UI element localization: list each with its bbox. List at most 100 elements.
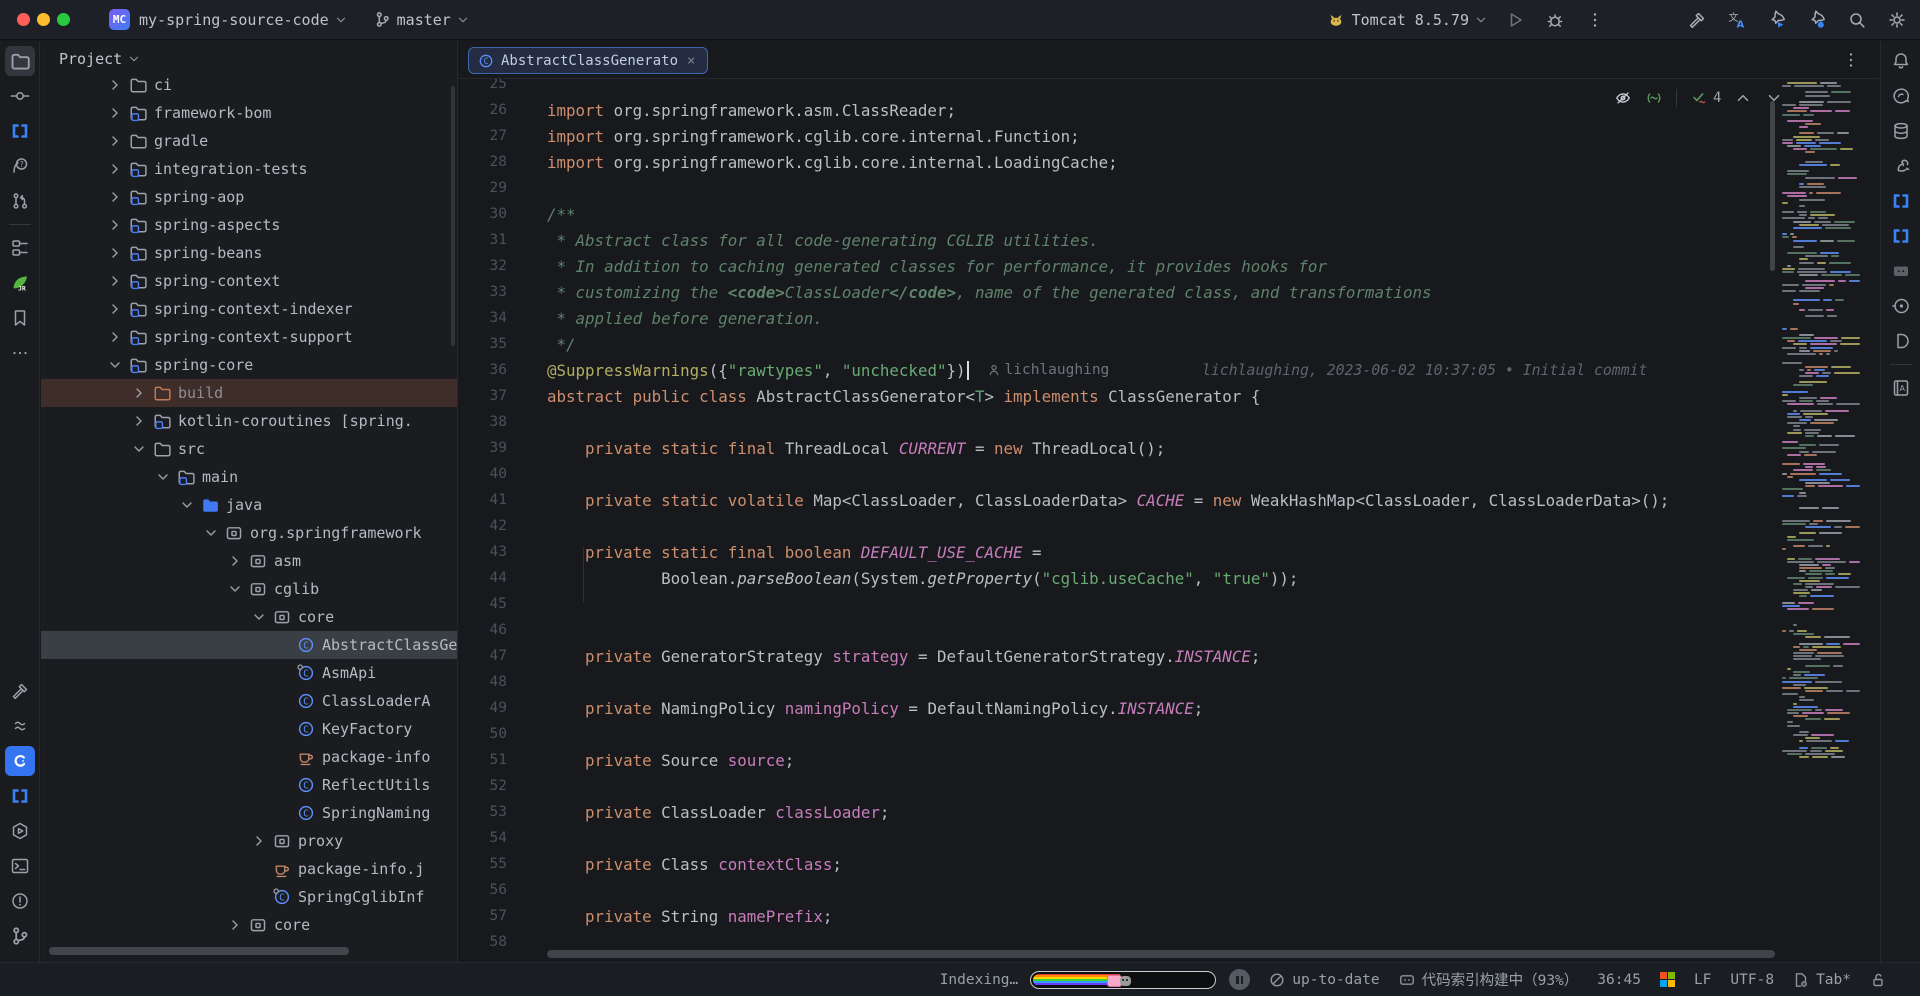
- ai-chat-icon[interactable]: [1886, 81, 1916, 111]
- chevron-right-icon[interactable]: [107, 245, 123, 261]
- tree-item-core[interactable]: core: [41, 603, 457, 631]
- project-widget[interactable]: my-spring-source-code: [130, 11, 348, 29]
- plugin-brackets-1-icon[interactable]: [1886, 186, 1916, 216]
- code-line-31[interactable]: 31 * Abstract class for all code-generat…: [459, 227, 1879, 253]
- inspections-icon[interactable]: [1645, 89, 1663, 107]
- chevron-right-icon[interactable]: [131, 413, 147, 429]
- code-line-45[interactable]: 45: [459, 591, 1879, 617]
- chevron-right-icon[interactable]: [107, 189, 123, 205]
- tree-item-cglib[interactable]: cglib: [41, 575, 457, 603]
- code-line-43[interactable]: 43 private static final boolean DEFAULT_…: [459, 539, 1879, 565]
- vcs-sync-status[interactable]: up-to-date: [1269, 972, 1379, 988]
- code-line-35[interactable]: 35 */: [459, 331, 1879, 357]
- close-window-button[interactable]: [17, 13, 30, 26]
- vcs-branch-widget[interactable]: master: [374, 11, 470, 29]
- tree-item-reflectutils[interactable]: CReflectUtils: [41, 771, 457, 799]
- chevron-right-icon[interactable]: [107, 77, 123, 93]
- chevron-down-icon[interactable]: [155, 469, 171, 485]
- code-line-36[interactable]: 36@SuppressWarnings({"rawtypes", "unchec…: [459, 357, 1879, 383]
- chevron-right-icon[interactable]: [227, 917, 243, 933]
- tree-item-package-info[interactable]: package-info: [41, 743, 457, 771]
- chevron-right-icon[interactable]: [107, 273, 123, 289]
- code-line-37[interactable]: 37abstract public class AbstractClassGen…: [459, 383, 1879, 409]
- highlighting-off-icon[interactable]: [1614, 89, 1632, 107]
- encoding-indicator[interactable]: UTF-8: [1730, 972, 1774, 988]
- code-line-52[interactable]: 52: [459, 773, 1879, 799]
- bookmarks-icon[interactable]: [5, 303, 35, 333]
- project-horizontal-scrollbar[interactable]: [49, 947, 349, 955]
- chevron-down-icon[interactable]: [251, 609, 267, 625]
- jrebel-icon[interactable]: JR: [5, 268, 35, 298]
- terminal-icon[interactable]: [5, 851, 35, 881]
- tree-item-abstractclassgenerato[interactable]: CAbstractClassGenerato: [41, 631, 457, 659]
- more-tool-windows-icon[interactable]: [5, 338, 35, 368]
- chevron-down-icon[interactable]: [179, 497, 195, 513]
- match-brackets-plugin-icon[interactable]: [5, 116, 35, 146]
- project-vertical-scrollbar[interactable]: [451, 86, 455, 346]
- pause-indexing-button[interactable]: [1229, 969, 1250, 990]
- tree-item-classloadera[interactable]: CClassLoaderA: [41, 687, 457, 715]
- chevron-down-icon[interactable]: [131, 441, 147, 457]
- microsoft-logo[interactable]: [1660, 972, 1675, 987]
- learn-assistant-icon[interactable]: ?: [5, 151, 35, 181]
- code-line-28[interactable]: 28import org.springframework.cglib.core.…: [459, 149, 1879, 175]
- structure-icon[interactable]: [5, 233, 35, 263]
- code-line-48[interactable]: 48: [459, 669, 1879, 695]
- code-line-55[interactable]: 55 private Class contextClass;: [459, 851, 1879, 877]
- tree-item-spring-core[interactable]: spring-core: [41, 351, 457, 379]
- code-line-39[interactable]: 39 private static final ThreadLocal CURR…: [459, 435, 1879, 461]
- code-line-33[interactable]: 33 * customizing the <code>ClassLoader</…: [459, 279, 1879, 305]
- code-line-47[interactable]: 47 private GeneratorStrategy strategy = …: [459, 643, 1879, 669]
- caret-position[interactable]: 36:45: [1597, 972, 1641, 988]
- tree-item-asm[interactable]: asm: [41, 547, 457, 575]
- settings-button[interactable]: [1882, 5, 1912, 35]
- services-waves-icon[interactable]: [5, 711, 35, 741]
- previous-problem-icon[interactable]: [1734, 89, 1752, 107]
- version-control-icon[interactable]: [5, 921, 35, 951]
- chevron-right-icon[interactable]: [251, 833, 267, 849]
- chevron-right-icon[interactable]: [131, 385, 147, 401]
- translation-dictionary-icon[interactable]: A: [1886, 373, 1916, 403]
- debug-with-profiler-button[interactable]: [1802, 5, 1832, 35]
- chevron-right-icon[interactable]: [107, 329, 123, 345]
- indent-indicator[interactable]: Tab*: [1793, 972, 1851, 988]
- tree-item-asmapi[interactable]: CAsmApi: [41, 659, 457, 687]
- run-button[interactable]: [1500, 5, 1530, 35]
- git-author-inlay[interactable]: lichlaughing: [987, 362, 1110, 378]
- chevron-right-icon[interactable]: [227, 553, 243, 569]
- git-blame-annotation[interactable]: lichlaughing, 2023-06-02 10:37:05 • Init…: [1202, 357, 1647, 383]
- tree-item-springnaming[interactable]: CSpringNaming: [41, 799, 457, 827]
- code-line-41[interactable]: 41 private static volatile Map<ClassLoad…: [459, 487, 1879, 513]
- code-line-57[interactable]: 57 private String namePrefix;: [459, 903, 1879, 929]
- chevron-right-icon[interactable]: [107, 301, 123, 317]
- tree-item-spring-beans[interactable]: spring-beans: [41, 239, 457, 267]
- debug-button[interactable]: [1540, 5, 1570, 35]
- chevron-right-icon[interactable]: [107, 161, 123, 177]
- code-line-42[interactable]: 42: [459, 513, 1879, 539]
- code-line-56[interactable]: 56: [459, 877, 1879, 903]
- tree-item-spring-context-indexer[interactable]: spring-context-indexer: [41, 295, 457, 323]
- tree-item-proxy[interactable]: proxy: [41, 827, 457, 855]
- code-line-46[interactable]: 46: [459, 617, 1879, 643]
- editor-vertical-scrollbar[interactable]: [1770, 101, 1775, 271]
- code-minimap[interactable]: [1782, 82, 1862, 772]
- notifications-icon[interactable]: [1886, 46, 1916, 76]
- documentation-icon[interactable]: [1886, 326, 1916, 356]
- build-project-button[interactable]: [1682, 5, 1712, 35]
- build-icon[interactable]: [5, 676, 35, 706]
- tree-item-springcglibinf[interactable]: CSpringCglibInf: [41, 883, 457, 911]
- project-icon[interactable]: MC: [109, 9, 130, 30]
- translate-button[interactable]: 文A: [1722, 5, 1752, 35]
- chevron-right-icon[interactable]: [107, 105, 123, 121]
- tree-item-spring-aspects[interactable]: spring-aspects: [41, 211, 457, 239]
- run-configuration-selector[interactable]: Tomcat 8.5.79: [1327, 11, 1488, 29]
- line-separator-indicator[interactable]: LF: [1694, 972, 1711, 988]
- profiler-icon[interactable]: [1886, 291, 1916, 321]
- services-icon[interactable]: [5, 816, 35, 846]
- tree-item-spring-context-support[interactable]: spring-context-support: [41, 323, 457, 351]
- code-line-53[interactable]: 53 private ClassLoader classLoader;: [459, 799, 1879, 825]
- tree-item-package-info-j[interactable]: package-info.j: [41, 855, 457, 883]
- tree-item-spring-context[interactable]: spring-context: [41, 267, 457, 295]
- maximize-window-button[interactable]: [57, 13, 70, 26]
- editor-horizontal-scrollbar[interactable]: [547, 950, 1775, 958]
